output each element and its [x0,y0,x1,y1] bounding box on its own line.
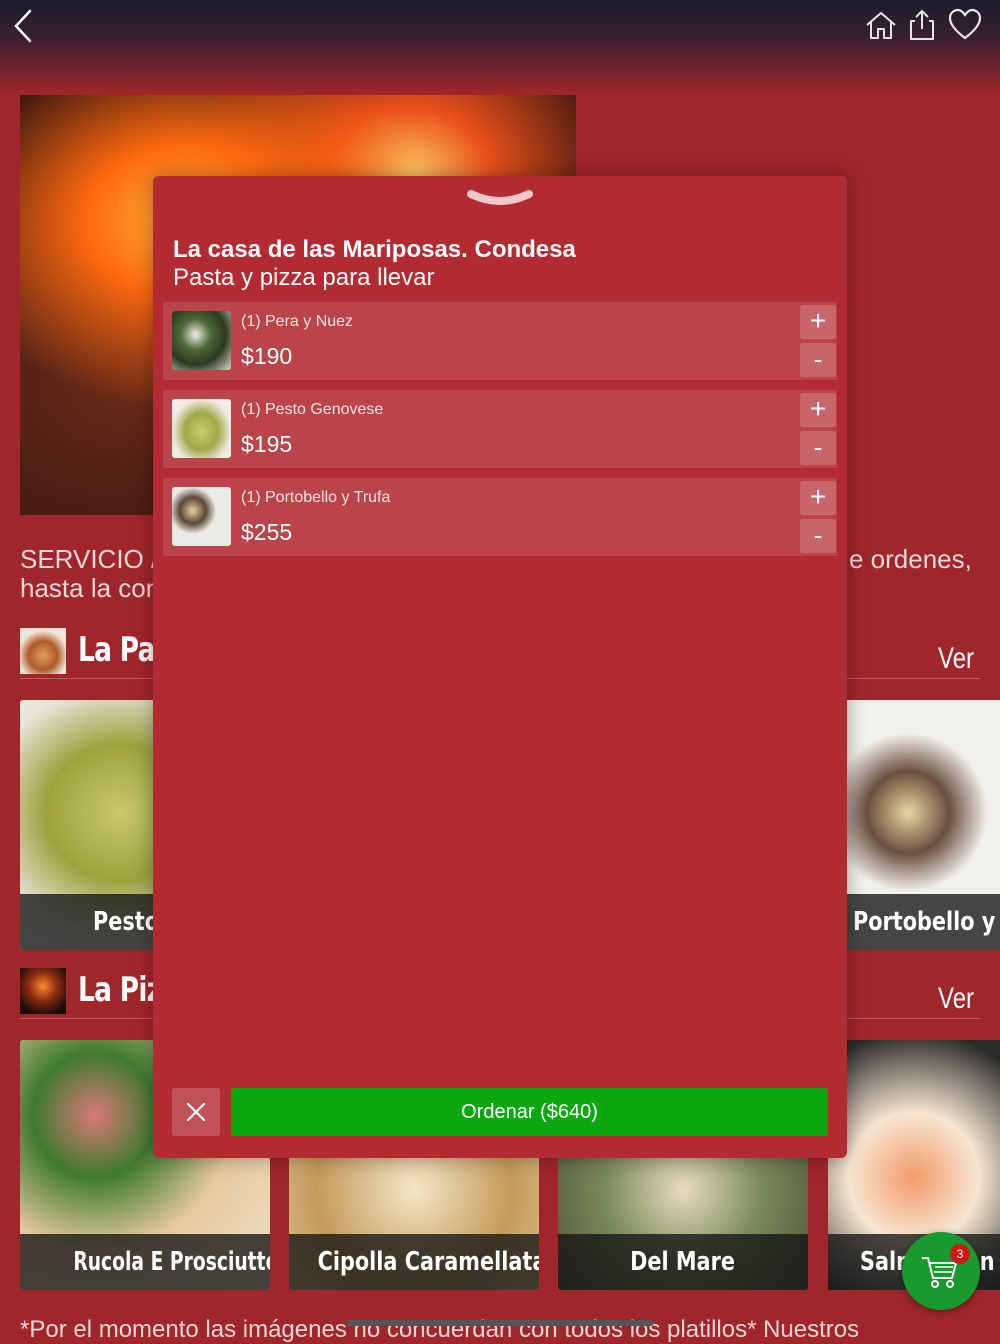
order-modal: La casa de las Mariposas. Condesa Pasta … [153,176,847,1158]
section-ver-link[interactable]: Ver [938,642,974,676]
item-thumbnail [172,399,231,458]
card-caption: Portobello y T [847,894,1000,950]
item-price: $190 [241,343,293,369]
item-thumbnail [172,311,231,370]
close-button[interactable] [172,1088,220,1136]
restaurant-subtitle: Pasta y pizza para llevar [173,264,435,291]
close-icon [186,1102,206,1122]
intro-text-left-2: hasta la con [20,573,161,603]
intro-text-left-1: SERVICIO / [20,544,159,574]
section-title: La Piz [78,970,162,1010]
increase-quantity-button[interactable]: + [800,481,836,515]
back-chevron-icon[interactable] [10,8,40,44]
cart-button[interactable]: 3 [902,1232,980,1310]
increase-quantity-button[interactable]: + [800,393,836,427]
decrease-quantity-button[interactable]: - [800,343,836,377]
share-icon[interactable] [904,8,940,42]
item-price: $195 [241,431,293,457]
decrease-quantity-button[interactable]: - [800,431,836,465]
card-caption: Rucola E Prosciutto Crudo [20,1234,270,1290]
home-indicator [346,1320,654,1326]
section-ver-link[interactable]: Ver [938,982,974,1016]
section-thumbnail [20,628,66,674]
card-caption: Cipolla Caramellata [289,1234,539,1290]
increase-quantity-button[interactable]: + [800,305,836,339]
restaurant-title: La casa de las Mariposas. Condesa [173,236,576,263]
card-caption: Del Mare [558,1234,808,1290]
cart-item: (1) Pesto Genovese $195 + - [163,390,837,468]
item-name: (1) Pera y Nuez [241,313,354,330]
decrease-quantity-button[interactable]: - [800,519,836,553]
item-name: (1) Pesto Genovese [241,401,384,418]
item-thumbnail [172,487,231,546]
home-icon[interactable] [863,8,899,42]
heart-icon[interactable] [947,8,983,42]
item-name: (1) Portobello y Trufa [241,489,391,506]
cart-item: (1) Portobello y Trufa $255 + - [163,478,837,556]
order-button[interactable]: Ordenar ($640) [231,1088,828,1136]
cart-count-badge: 3 [950,1244,970,1264]
grabber-icon[interactable] [467,188,533,215]
section-thumbnail [20,968,66,1014]
menu-card-portobello[interactable]: Portobello y T [847,700,1000,950]
intro-text-right-1: e ordenes, [849,544,972,574]
item-price: $255 [241,519,293,545]
top-navigation-bar [0,0,1000,95]
cart-item: (1) Pera y Nuez $190 + - [163,302,837,380]
